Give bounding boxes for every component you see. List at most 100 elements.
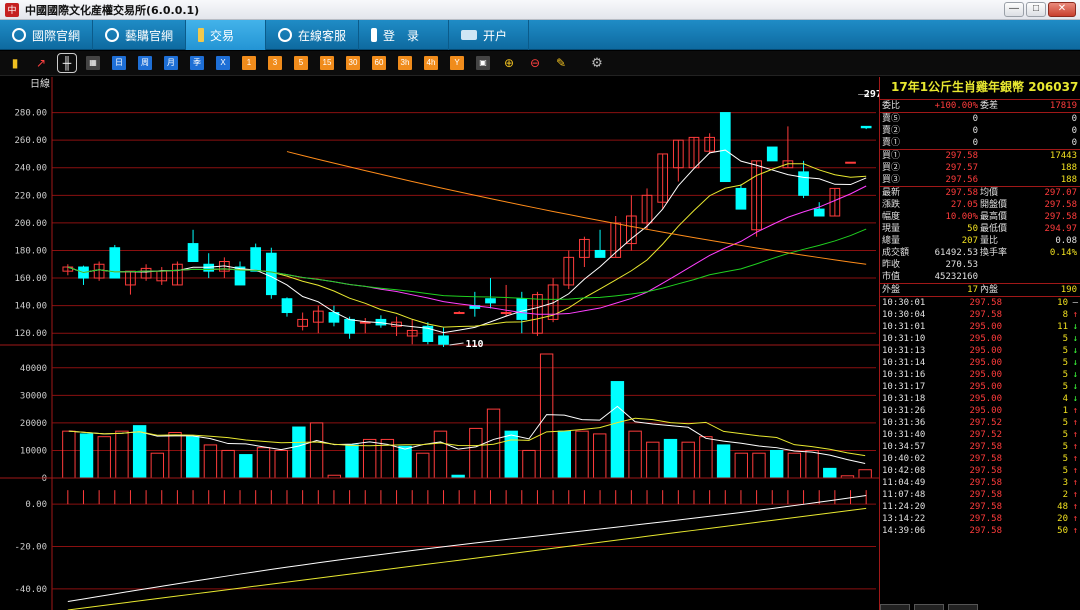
zoom-out-icon[interactable]: ⊖ (528, 56, 542, 70)
tick-time: 11:07:48 (882, 490, 926, 500)
quote-value: 190 (1060, 285, 1077, 295)
minute-3-button[interactable]: 3 (268, 56, 282, 70)
tick-time: 10:31:18 (882, 394, 926, 404)
tick-time: 10:34:57 (882, 442, 926, 452)
candle-body (187, 243, 199, 263)
quote-label: 市值 (882, 272, 901, 282)
tick-direction-icon: ↑ (1072, 310, 1078, 320)
volume-tick-label: 10000 (20, 446, 47, 456)
tick-time: 10:31:17 (882, 382, 926, 392)
price-tick-label: 180.00 (14, 246, 47, 256)
tick-row: 10:30:01 297.58 10 — (880, 297, 1080, 309)
tick-direction-icon: ↑ (1072, 406, 1078, 416)
chart-settings-icon[interactable]: ▣ (476, 56, 490, 70)
nav-open-account[interactable]: 开户 (449, 20, 530, 50)
minute-30-button[interactable]: 30 (346, 56, 360, 70)
chart-toolbar: ▮ ↗ ╫ ▦ 日 周 月 季 X 1 3 5 15 30 60 3h 4h Y… (0, 51, 1080, 76)
quote-value: 61492.53 (934, 248, 978, 258)
nav-official-site[interactable]: 國際官網 (0, 20, 94, 50)
nav-bar: 國際官網 藝購官網 交易 在線客服 登 录 开户 (0, 20, 1080, 50)
tick-time: 10:31:40 (882, 430, 926, 440)
candlestick-icon[interactable]: ╫ (57, 53, 77, 73)
k-line-chart: 日線 280.00 260.00 240.00 220.00 200.00 180.00 16… (0, 77, 879, 610)
quote-value: 297.58 (945, 151, 978, 161)
tick-volume: 4 (1062, 394, 1068, 404)
candle-body (813, 208, 825, 217)
price-tick-label: 240.00 (14, 164, 47, 174)
zoom-in-icon[interactable]: ⊕ (502, 56, 516, 70)
quote-label: 買① (882, 151, 901, 161)
minute-15-button[interactable]: 15 (320, 56, 334, 70)
minute-1-button[interactable]: 1 (242, 56, 256, 70)
volume-bar (239, 454, 253, 479)
tick-row: 11:07:48 297.58 2 ↑ (880, 489, 1080, 501)
nav-trade[interactable]: 交易 (186, 20, 267, 50)
tick-price: 297.58 (969, 478, 1002, 488)
quote-row: 委比 +100.00% 委差 17819 (880, 100, 1080, 112)
candle-body (453, 312, 465, 315)
volume-bar (610, 381, 625, 479)
quote-value: +100.00% (934, 101, 978, 111)
tick-volume: 20 (1057, 514, 1068, 524)
quote-value: 0 (972, 126, 978, 136)
quote-label: 最低價 (980, 224, 1008, 234)
minute-5-button[interactable]: 5 (294, 56, 308, 70)
macd-tick-label: 0.00 (25, 500, 47, 510)
quote-row: 市值 45232160 (880, 271, 1080, 283)
quote-value: 297.57 (945, 163, 978, 173)
tick-time: 10:31:13 (882, 346, 926, 356)
quote-value: 297.58 (945, 188, 978, 198)
tick-price: 295.00 (969, 382, 1002, 392)
price-tick-label: 200.00 (14, 219, 47, 229)
panel-tabs (880, 604, 990, 610)
period-x-button[interactable]: X (216, 56, 230, 70)
quote-label: 現量 (882, 224, 901, 234)
year-button[interactable]: Y (450, 56, 464, 70)
gear-icon[interactable]: ⚙ (590, 56, 604, 70)
bar-chart-icon[interactable]: ▮ (8, 56, 22, 70)
candle-body (719, 112, 731, 183)
quote-label: 委比 (882, 101, 901, 111)
tick-row: 10:34:57 297.58 5 ↑ (880, 441, 1080, 453)
period-week-button[interactable]: 周 (138, 56, 152, 70)
quote-label: 幅度 (882, 212, 901, 222)
tick-price: 295.00 (969, 406, 1002, 416)
tab-3[interactable] (948, 604, 978, 610)
tick-volume: 5 (1062, 358, 1068, 368)
tick-price: 295.00 (969, 358, 1002, 368)
volume-bar (823, 467, 837, 479)
minute-60-button[interactable]: 60 (372, 56, 386, 70)
quote-value: 0 (1071, 114, 1077, 124)
maximize-button[interactable]: □ (1026, 2, 1046, 17)
nav-login[interactable]: 登 录 (359, 20, 450, 50)
quote-label: 換手率 (980, 248, 1008, 258)
period-month-button[interactable]: 月 (164, 56, 178, 70)
quote-row: 成交額 61492.53 換手率 0.14% (880, 247, 1080, 259)
quote-row: 漲跌 27.05 開盤價 297.58 (880, 199, 1080, 211)
hour-3-button[interactable]: 3h (398, 56, 412, 70)
hour-4-button[interactable]: 4h (424, 56, 438, 70)
period-day-button[interactable]: 日 (112, 56, 126, 70)
tick-price: 297.58 (969, 466, 1002, 476)
tick-price: 297.58 (969, 442, 1002, 452)
tab-2[interactable] (914, 604, 944, 610)
tick-row: 11:04:49 297.58 3 ↑ (880, 477, 1080, 489)
quote-value: 0.14% (1049, 248, 1077, 258)
quote-label: 昨收 (882, 260, 901, 270)
period-quarter-button[interactable]: 季 (190, 56, 204, 70)
calendar-icon[interactable]: ▦ (86, 56, 100, 70)
candle-body (281, 298, 293, 314)
tab-1[interactable] (880, 604, 910, 610)
candle-body (594, 249, 606, 258)
quote-value: 0 (1071, 126, 1077, 136)
tick-price: 297.58 (969, 454, 1002, 464)
nav-online-service[interactable]: 在線客服 (266, 20, 360, 50)
draw-tool-icon[interactable]: ✎ (554, 56, 568, 70)
line-chart-icon[interactable]: ↗ (34, 56, 48, 70)
quote-value: 10.00% (945, 212, 978, 222)
volume-bar (504, 430, 518, 479)
minimize-button[interactable]: — (1004, 2, 1024, 17)
nav-art-site[interactable]: 藝購官網 (93, 20, 187, 50)
close-button[interactable]: ✕ (1048, 2, 1076, 17)
volume-tick-label: 0 (42, 474, 47, 484)
